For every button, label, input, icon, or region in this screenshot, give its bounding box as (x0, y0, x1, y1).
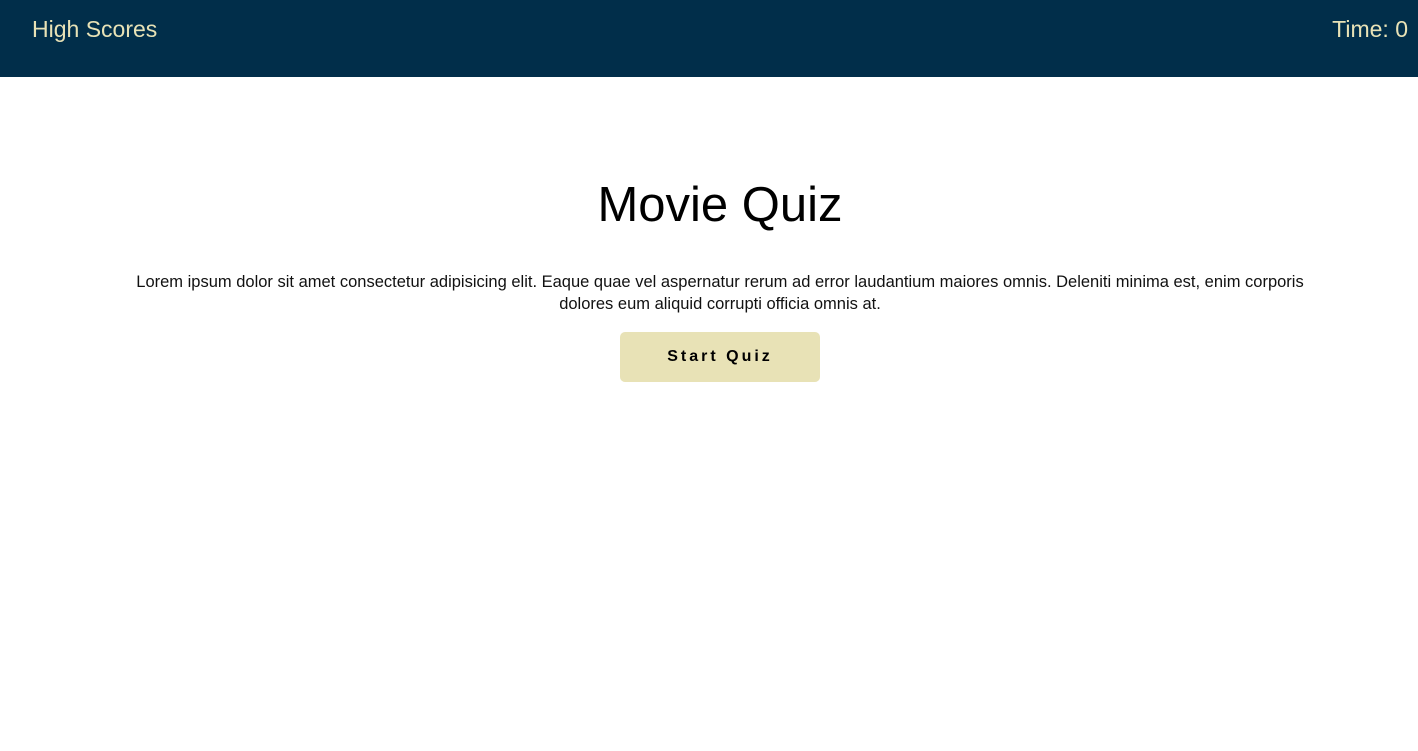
quiz-intro-text: Lorem ipsum dolor sit amet consectetur a… (136, 273, 1304, 313)
quiz-title: Movie Quiz (597, 178, 843, 232)
start-quiz-button[interactable]: Start Quiz (620, 332, 820, 382)
high-scores-link[interactable]: High Scores (32, 14, 157, 44)
timer-label: Time: (1332, 16, 1396, 42)
top-bar: High Scores Time: 0 (0, 0, 1418, 77)
timer-value: 0 (1395, 16, 1408, 42)
timer: Time: 0 (1332, 14, 1408, 44)
